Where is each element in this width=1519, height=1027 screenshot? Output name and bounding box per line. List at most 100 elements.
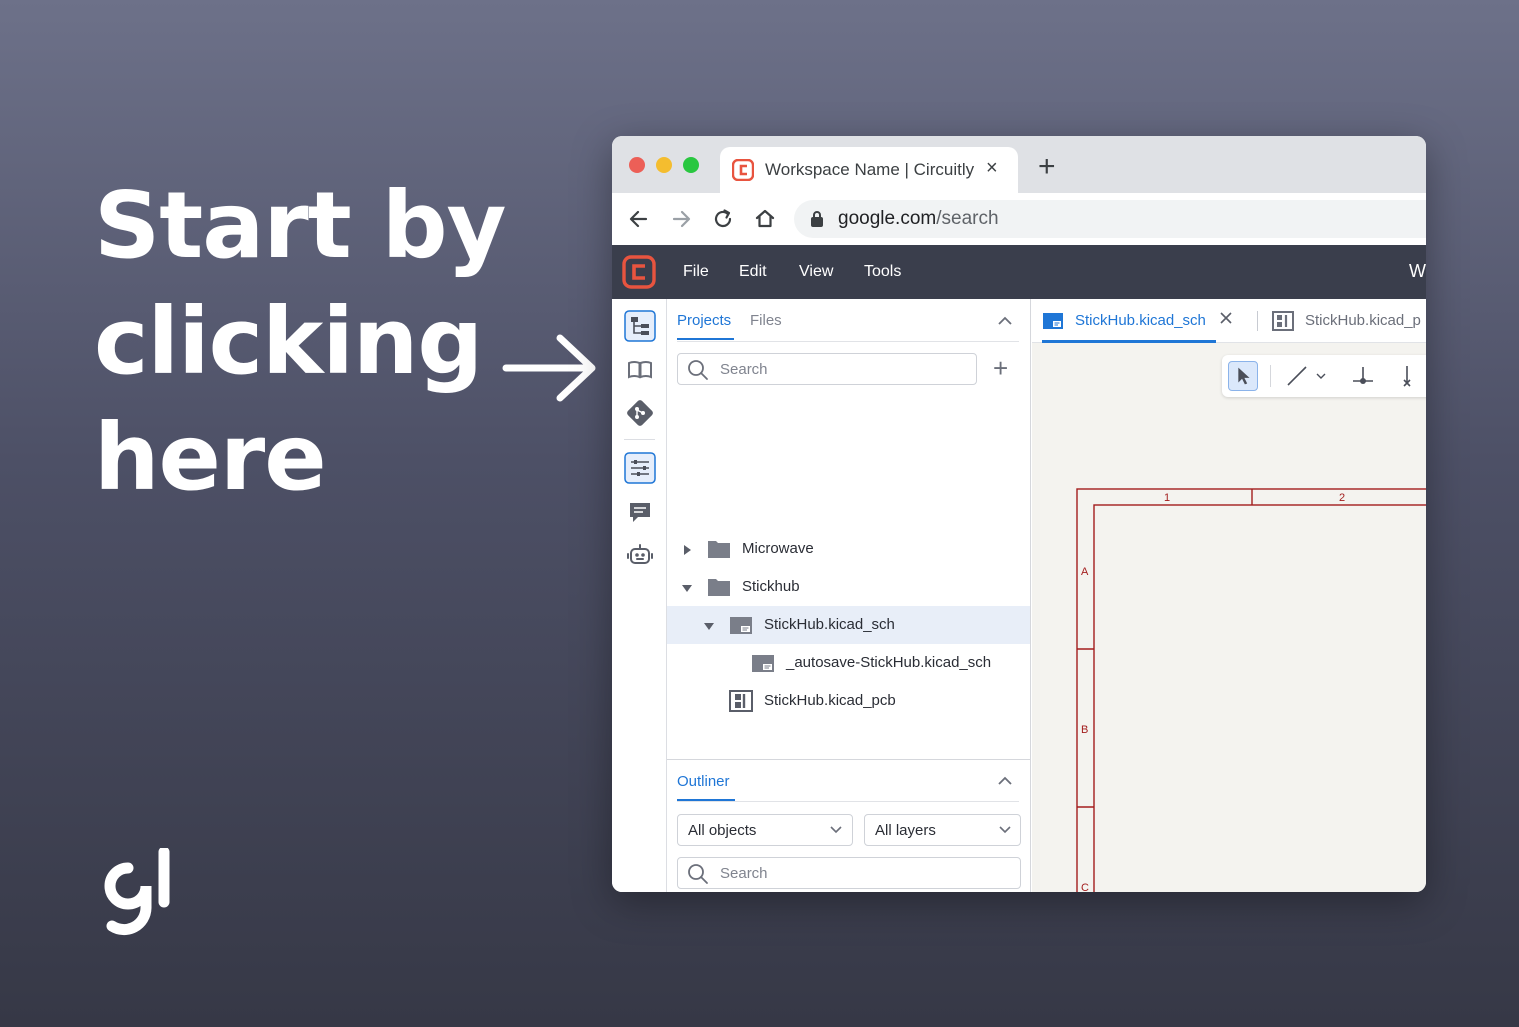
app-menubar: File Edit View Tools W — [612, 245, 1426, 299]
url-host: google.com — [838, 208, 937, 229]
outliner-divider — [677, 801, 1019, 802]
search-placeholder: Search — [720, 865, 768, 882]
add-project-button[interactable]: + — [993, 355, 1008, 381]
tree-item-stickhub-pcb[interactable]: StickHub.kicad_pcb — [667, 682, 1030, 720]
chevron-down-icon — [830, 826, 842, 834]
wire-tool-icon[interactable] — [1282, 361, 1312, 391]
address-url: google.com/search — [838, 208, 999, 230]
tab-projects-indicator — [677, 338, 734, 340]
sidebar-rail — [612, 299, 667, 892]
schematic-file-icon — [730, 617, 752, 634]
projects-panel: Projects Files Search + Microwave Stickh… — [667, 299, 1031, 892]
editor-tab-indicator — [1042, 340, 1216, 343]
tree-item-label: _autosave-StickHub.kicad_sch — [786, 654, 992, 671]
tab-projects[interactable]: Projects — [677, 312, 731, 329]
schematic-file-icon — [752, 655, 774, 672]
objects-filter-select[interactable]: All objects — [677, 814, 853, 846]
folder-icon — [708, 541, 730, 558]
pcb-tab-icon — [1272, 311, 1294, 331]
circuitly-favicon-icon — [732, 159, 754, 181]
lock-icon — [811, 211, 823, 227]
search-icon — [688, 864, 708, 884]
editor-tabs: StickHub.kicad_sch StickHub.kicad_p — [1032, 299, 1426, 343]
address-bar[interactable]: google.com/search — [794, 200, 1426, 238]
chevron-up-icon[interactable] — [997, 776, 1013, 786]
outliner-title[interactable]: Outliner — [677, 773, 730, 790]
tree-item-microwave[interactable]: Microwave — [667, 530, 1030, 568]
back-icon[interactable] — [626, 206, 652, 232]
caret-right-icon[interactable] — [681, 544, 693, 556]
frame-row-label: C — [1081, 882, 1089, 892]
new-tab-button[interactable]: + — [1038, 152, 1056, 182]
gd-logo-icon — [104, 848, 170, 936]
headline-line-2: clicking — [94, 288, 483, 395]
editor-tab-sch[interactable]: StickHub.kicad_sch — [1075, 312, 1206, 329]
search-icon — [688, 360, 708, 380]
tool-separator — [1270, 365, 1271, 387]
browser-tabstrip: Workspace Name | Circuitly × + — [612, 136, 1426, 193]
search-placeholder: Search — [720, 361, 768, 378]
home-icon[interactable] — [752, 206, 778, 232]
tree-item-label: Stickhub — [742, 578, 800, 595]
no-connect-tool-icon[interactable] — [1392, 361, 1422, 391]
git-branch-icon[interactable] — [624, 397, 656, 429]
caret-down-icon[interactable] — [681, 582, 693, 594]
reload-icon[interactable] — [710, 206, 736, 232]
frame-column-label: 2 — [1339, 492, 1345, 504]
chevron-up-icon[interactable] — [997, 316, 1013, 326]
circuitly-logo-icon[interactable] — [622, 255, 656, 289]
chevron-down-icon — [999, 826, 1011, 834]
browser-tab-title: Workspace Name | Circuitly — [765, 160, 975, 179]
menu-tools[interactable]: Tools — [864, 263, 901, 281]
close-tab-icon[interactable]: × — [986, 157, 998, 180]
objects-filter-value: All objects — [688, 822, 757, 839]
schematic-editor[interactable]: 1 2 A B C StickHub.kicad_sch StickHub.ki… — [1032, 299, 1426, 892]
headline: Start by clicking here — [94, 168, 524, 516]
project-tree-icon[interactable] — [624, 310, 656, 342]
settings-sliders-icon[interactable] — [624, 452, 656, 484]
folder-icon — [708, 579, 730, 596]
browser-tab[interactable]: Workspace Name | Circuitly × — [720, 147, 1018, 193]
chevron-down-icon[interactable] — [1314, 361, 1328, 391]
editor-tab-pcb[interactable]: StickHub.kicad_p — [1305, 312, 1421, 329]
tree-item-label: StickHub.kicad_sch — [764, 616, 895, 633]
tree-item-stickhub[interactable]: Stickhub — [667, 568, 1030, 606]
panel-divider — [677, 341, 1019, 342]
pcb-file-icon — [729, 690, 753, 712]
caret-down-icon[interactable] — [703, 620, 715, 632]
headline-line-3: here — [94, 404, 327, 511]
rail-separator — [624, 439, 655, 440]
schematic-tab-icon — [1043, 313, 1063, 329]
layers-filter-select[interactable]: All layers — [864, 814, 1021, 846]
editor-tab-separator — [1257, 311, 1258, 331]
tree-item-label: Microwave — [742, 540, 814, 557]
frame-row-label: A — [1081, 566, 1089, 578]
menu-file[interactable]: File — [683, 263, 709, 281]
browser-toolbar: google.com/search — [612, 193, 1426, 245]
tab-files[interactable]: Files — [750, 312, 782, 329]
outliner-search-input[interactable]: Search — [677, 857, 1021, 889]
outliner-panel: Outliner All objects All layers Search — [667, 759, 1030, 892]
menu-view[interactable]: View — [799, 263, 833, 281]
frame-column-label: 1 — [1164, 492, 1170, 504]
tree-item-stickhub-sch[interactable]: StickHub.kicad_sch — [667, 606, 1030, 644]
projects-search-input[interactable]: Search — [677, 353, 977, 385]
layers-filter-value: All layers — [875, 822, 936, 839]
comments-icon[interactable] — [624, 496, 656, 528]
workspace-name-truncated[interactable]: W — [1409, 261, 1426, 282]
forward-icon[interactable] — [668, 206, 694, 232]
library-book-icon[interactable] — [624, 354, 656, 386]
arrow-right-icon — [502, 334, 596, 402]
select-pointer-icon[interactable] — [1228, 361, 1258, 391]
tree-item-autosave-sch[interactable]: _autosave-StickHub.kicad_sch — [667, 644, 1030, 682]
close-window-button[interactable] — [629, 157, 645, 173]
minimize-window-button[interactable] — [656, 157, 672, 173]
headline-line-1: Start by — [94, 172, 507, 279]
junction-tool-icon[interactable] — [1348, 361, 1378, 391]
schematic-toolbar — [1222, 355, 1426, 397]
assistant-robot-icon[interactable] — [624, 539, 656, 571]
maximize-window-button[interactable] — [683, 157, 699, 173]
close-tab-icon[interactable] — [1218, 310, 1234, 326]
menu-edit[interactable]: Edit — [739, 263, 767, 281]
tree-item-label: StickHub.kicad_pcb — [764, 692, 896, 709]
